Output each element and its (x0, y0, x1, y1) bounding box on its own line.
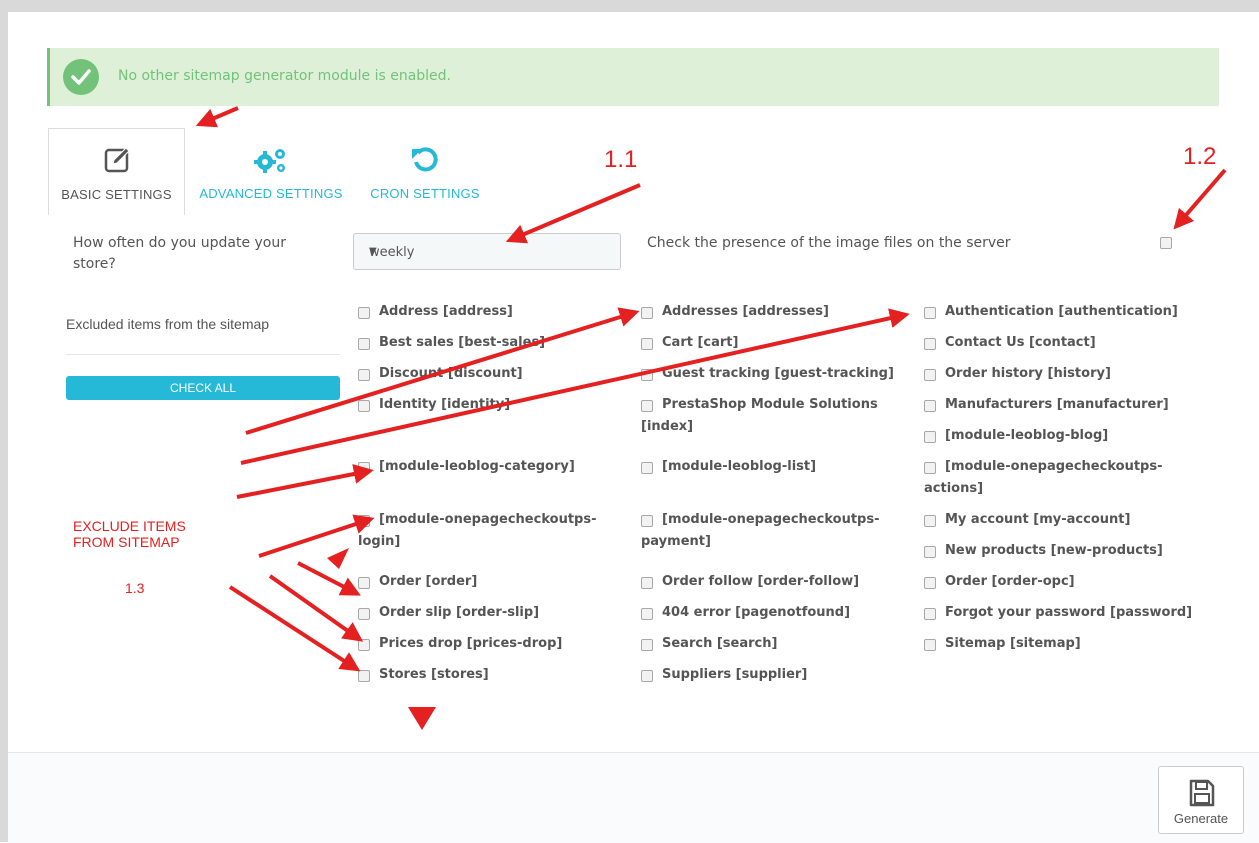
page-exclude-label: [module-leoblog-blog] (945, 428, 1109, 443)
success-alert: No other sitemap generator module is ena… (47, 48, 1219, 106)
page-exclude-checkbox[interactable] (924, 369, 936, 381)
page-exclude-label: Guest tracking [guest-tracking] (662, 366, 894, 381)
annotation-1-2: 1.2 (1183, 143, 1217, 170)
caret-down-icon: ▼ (369, 246, 377, 257)
page-exclude-label: Contact Us [contact] (945, 335, 1096, 350)
save-icon (1189, 779, 1215, 807)
page-exclude-label: 404 error [pagenotfound] (662, 605, 851, 620)
tab-advanced-settings[interactable]: ADVANCED SETTINGS (196, 128, 346, 214)
page-exclude-label: [module-onepagecheckoutps- (379, 512, 597, 527)
page-exclude-checkbox[interactable] (641, 338, 653, 350)
page-exclude-label: [module-onepagecheckoutps- (945, 459, 1163, 474)
page-exclude-checkbox[interactable] (641, 369, 653, 381)
edit-icon (49, 145, 184, 178)
image-check-label: Check the presence of the image files on… (647, 235, 1011, 251)
page-exclude-checkbox[interactable] (924, 639, 936, 651)
page-exclude-label: Addresses [addresses] (662, 304, 829, 319)
page-exclude-checkbox[interactable] (924, 338, 936, 350)
page-exclude-checkbox[interactable] (641, 639, 653, 651)
page-exclude-checkbox[interactable] (641, 307, 653, 319)
page-exclude-label: Identity [identity] (379, 397, 511, 412)
tab-label: BASIC SETTINGS (61, 187, 172, 202)
page-exclude-label: actions] (924, 481, 984, 496)
page-exclude-checkbox[interactable] (358, 400, 370, 412)
page-exclude-label: [index] (641, 419, 694, 434)
page-exclude-checkbox[interactable] (641, 462, 653, 474)
page-exclude-label: [module-leoblog-category] (379, 459, 575, 474)
page-exclude-label: Sitemap [sitemap] (945, 636, 1081, 651)
page-exclude-label: Best sales [best-sales] (379, 335, 546, 350)
page-exclude-label: Manufacturers [manufacturer] (945, 397, 1169, 412)
page-exclude-checkbox[interactable] (641, 515, 653, 527)
page-exclude-checkbox[interactable] (358, 670, 370, 682)
page-exclude-checkbox[interactable] (924, 431, 936, 443)
page-exclude-label: payment] (641, 534, 711, 549)
page-exclude-label: Order [order-opc] (945, 574, 1075, 589)
excluded-items-label: Excluded items from the sitemap (66, 316, 270, 332)
page-exclude-label: Stores [stores] (379, 667, 489, 682)
page-exclude-label: Search [search] (662, 636, 778, 651)
page-exclude-label: PrestaShop Module Solutions (662, 397, 878, 412)
tab-label: CRON SETTINGS (370, 186, 480, 201)
page-exclude-checkbox[interactable] (924, 546, 936, 558)
page-exclude-checkbox[interactable] (358, 338, 370, 350)
check-all-button[interactable]: CHECK ALL (66, 376, 340, 400)
page-exclude-label: Order slip [order-slip] (379, 605, 540, 620)
page-exclude-checkbox[interactable] (358, 577, 370, 589)
update-frequency-select[interactable]: weekly ▼ (353, 233, 621, 270)
divider (66, 354, 340, 355)
annotation-1-3: 1.3 (125, 580, 145, 596)
page-exclude-checkbox[interactable] (358, 369, 370, 381)
page-exclude-checkbox[interactable] (924, 577, 936, 589)
page-exclude-label: Cart [cart] (662, 335, 739, 350)
page-exclude-checkbox[interactable] (358, 515, 370, 527)
alert-message: No other sitemap generator module is ena… (118, 68, 451, 84)
page-exclude-checkbox[interactable] (641, 577, 653, 589)
annotation-1-1: 1.1 (604, 146, 638, 173)
page-exclude-checkbox[interactable] (641, 400, 653, 412)
page-exclude-label: Order [order] (379, 574, 478, 589)
page-exclude-checkbox[interactable] (641, 670, 653, 682)
page-exclude-checkbox[interactable] (924, 462, 936, 474)
tab-basic-settings[interactable]: BASIC SETTINGS (48, 128, 185, 215)
page-exclude-label: Prices drop [prices-drop] (379, 636, 563, 651)
page-exclude-label: Forgot your password [password] (945, 605, 1193, 620)
page-exclude-checkbox[interactable] (358, 307, 370, 319)
page-exclude-label: Authentication [authentication] (945, 304, 1178, 319)
update-frequency-label: How often do you update your store? (73, 235, 287, 272)
page-exclude-label: [module-leoblog-list] (662, 459, 817, 474)
page-exclude-label: Order follow [order-follow] (662, 574, 860, 589)
panel-footer (8, 752, 1259, 843)
page-exclude-checkbox[interactable] (358, 462, 370, 474)
page-exclude-checkbox[interactable] (641, 608, 653, 620)
check-circle-icon (63, 59, 99, 95)
page-exclude-checkbox[interactable] (924, 307, 936, 319)
generate-button[interactable]: Generate (1158, 766, 1244, 834)
page-exclude-label: New products [new-products] (945, 543, 1163, 558)
tab-label: ADVANCED SETTINGS (199, 186, 343, 201)
page-exclude-checkbox[interactable] (358, 608, 370, 620)
gears-icon (196, 144, 346, 179)
refresh-icon (351, 144, 499, 179)
generate-label: Generate (1173, 811, 1229, 826)
page-exclude-checkbox[interactable] (924, 515, 936, 527)
annotation-exclude-items: EXCLUDE ITEMS FROM SITEMAP (73, 518, 186, 550)
page-exclude-checkbox[interactable] (358, 639, 370, 651)
image-check-checkbox[interactable] (1160, 237, 1172, 249)
page-exclude-label: login] (358, 534, 401, 549)
page-exclude-label: Address [address] (379, 304, 513, 319)
page-frame (0, 0, 1259, 842)
page-exclude-label: Suppliers [supplier] (662, 667, 808, 682)
page-exclude-checkbox[interactable] (924, 400, 936, 412)
page-exclude-label: Discount [discount] (379, 366, 523, 381)
page-exclude-label: [module-onepagecheckoutps- (662, 512, 880, 527)
tab-cron-settings[interactable]: CRON SETTINGS (351, 128, 499, 214)
page-exclude-label: My account [my-account] (945, 512, 1131, 527)
page-exclude-label: Order history [history] (945, 366, 1111, 381)
page-exclude-checkbox[interactable] (924, 608, 936, 620)
